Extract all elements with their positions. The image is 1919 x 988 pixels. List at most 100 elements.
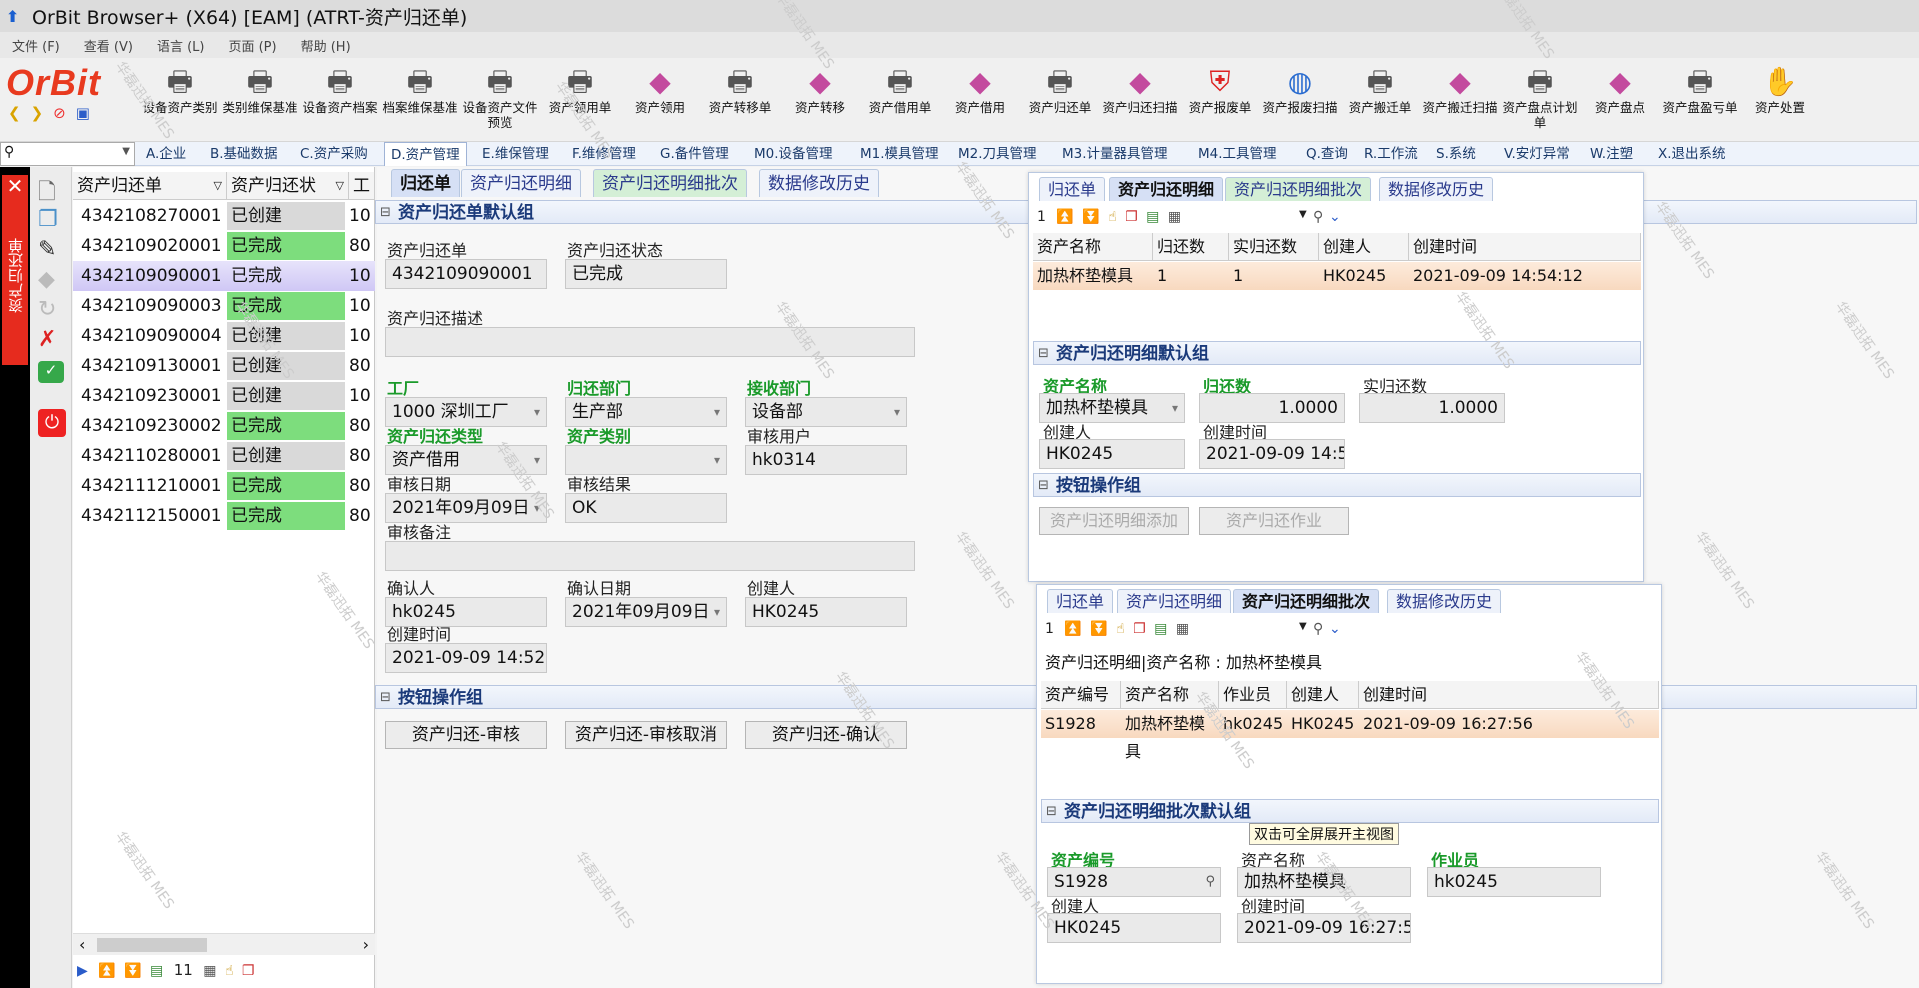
menu-help[interactable]: 帮助 (H) — [301, 36, 351, 55]
toolbar-button[interactable]: 🖶 资产归还单 — [1018, 64, 1102, 140]
module-tab[interactable]: M3.计量器具管理 — [1056, 142, 1174, 166]
toolbar-button[interactable]: ⛨ 资产报废单 — [1178, 64, 1262, 140]
field-creator[interactable]: HK0245 — [745, 597, 907, 627]
col-asset-code[interactable]: 资产编号 — [1041, 681, 1121, 709]
module-tab[interactable]: R.工作流 — [1358, 142, 1424, 166]
audit-cancel-button[interactable]: 资产归还-审核取消 — [565, 721, 727, 749]
col-header-order[interactable]: 资产归还单 ▽ — [73, 172, 227, 200]
tab-return-batch[interactable]: 资产归还明细批次 — [593, 169, 747, 197]
grid-icon[interactable]: ▦ — [1168, 209, 1181, 225]
refresh-icon[interactable]: ↻ — [38, 297, 64, 323]
search-icon[interactable]: ⚲ — [1205, 868, 1215, 896]
toolbar-button[interactable]: ◆ 资产领用 — [618, 64, 702, 140]
last-record-icon[interactable]: ⏬ — [1090, 621, 1107, 637]
menu-language[interactable]: 语言 (L) — [157, 36, 205, 55]
col-created[interactable]: 创建时间 — [1409, 233, 1641, 261]
col-operator[interactable]: 作业员 — [1219, 681, 1287, 709]
field-auditor[interactable]: hk0314 — [745, 445, 907, 475]
table-row[interactable]: S1928 加热杯垫模具 hk0245 HK0245 2021-09-09 16… — [1041, 710, 1659, 761]
field-actual-qty[interactable]: 1.0000 — [1359, 393, 1505, 423]
module-tab[interactable]: F.维修管理 — [566, 142, 642, 166]
module-tab[interactable]: E.维保管理 — [476, 142, 555, 166]
add-detail-button[interactable]: 资产归还明细添加 — [1039, 507, 1189, 535]
toolbar-button[interactable]: 🖶 资产搬迁单 — [1338, 64, 1422, 140]
field-confirm-date[interactable]: 2021年09月09日 — [565, 597, 727, 627]
last-record-icon[interactable]: ⏬ — [124, 963, 141, 979]
col-header-status[interactable]: 资产归还状 ▽ — [227, 172, 349, 200]
toolbar-button[interactable]: 🖶 资产转移单 — [698, 64, 782, 140]
first-record-icon[interactable]: ⏫ — [98, 963, 115, 979]
toolbar-button[interactable]: ◆ 资产归还扫描 — [1098, 64, 1182, 140]
toolbar-button[interactable]: 🖶 设备资产类别 — [138, 64, 222, 140]
hand-icon[interactable]: ☝ — [1116, 621, 1125, 637]
toolbar-button[interactable]: 🖶 资产盘点计划单 — [1498, 64, 1582, 140]
confirm-button[interactable]: 资产归还-确认 — [745, 721, 907, 749]
export-icon[interactable]: ▤ — [150, 963, 163, 979]
grid-icon[interactable]: ▦ — [203, 963, 216, 979]
field-status[interactable]: 已完成 — [565, 259, 727, 289]
module-tab[interactable]: A.企业 — [140, 142, 192, 166]
menu-file[interactable]: 文件 (F) — [12, 36, 60, 55]
list-item[interactable]: 4342110280001 已创建 80 — [73, 441, 375, 471]
export-icon[interactable]: ▤ — [1146, 209, 1159, 225]
module-tab[interactable]: M1.模具管理 — [854, 142, 945, 166]
module-tab[interactable]: Q.查询 — [1300, 142, 1354, 166]
expand-icon[interactable]: ⌄ — [1329, 209, 1341, 225]
list-item[interactable]: 4342111210001 已完成 80 — [73, 471, 375, 501]
scroll-left-icon[interactable]: ‹ — [79, 935, 85, 954]
export-icon[interactable]: ▤ — [1154, 621, 1167, 637]
toolbar-button[interactable]: ◆ 资产转移 — [778, 64, 862, 140]
document-icon[interactable]: 🗋 — [38, 175, 64, 205]
search-icon[interactable]: ⚲ — [1313, 621, 1323, 637]
toolbar-button[interactable]: 🖶 设备资产文件预览 — [458, 64, 542, 140]
tab-return-detail[interactable]: 资产归还明细 — [461, 169, 581, 197]
list-item[interactable]: 4342109090003 已完成 10 — [73, 291, 375, 321]
col-header-factory[interactable]: 工 — [349, 172, 375, 200]
group-detail-buttons[interactable]: 按钮操作组 — [1033, 473, 1641, 498]
check-icon[interactable]: ✓ — [38, 361, 64, 383]
module-tab[interactable]: M4.工具管理 — [1192, 142, 1283, 166]
list-item[interactable]: 4342109090001 已完成 10 — [73, 261, 375, 291]
audit-button[interactable]: 资产归还-审核 — [385, 721, 547, 749]
field-desc[interactable] — [385, 327, 915, 357]
group-batch[interactable]: 资产归还明细批次默认组 — [1041, 799, 1659, 824]
toolbar-button[interactable]: 🖶 资产领用单 — [538, 64, 622, 140]
hand-icon[interactable]: ☝ — [225, 963, 234, 979]
col-actual-qty[interactable]: 实归还数 — [1229, 233, 1319, 261]
toolbar-button[interactable]: ◆ 资产搬迁扫描 — [1418, 64, 1502, 140]
list-item[interactable]: 4342109130001 已创建 80 — [73, 351, 375, 381]
chevron-down-icon[interactable]: ▼ — [1299, 621, 1307, 632]
menu-page[interactable]: 页面 (P) — [228, 36, 276, 55]
field-audit-result[interactable]: OK — [565, 493, 727, 523]
delete-icon[interactable]: ✗ — [38, 327, 64, 353]
module-tab[interactable]: B.基础数据 — [204, 142, 284, 166]
module-tab[interactable]: X.退出系统 — [1652, 142, 1732, 166]
module-tab[interactable]: D.资产管理 — [384, 142, 467, 166]
stop-icon[interactable]: ⊘ — [53, 104, 66, 126]
copy-icon[interactable]: ❐ — [242, 963, 255, 979]
module-tab[interactable]: M2.刀具管理 — [952, 142, 1043, 166]
col-created[interactable]: 创建时间 — [1359, 681, 1659, 709]
col-asset-name[interactable]: 资产名称 — [1121, 681, 1219, 709]
field-created[interactable]: 2021-09-09 14:52:55 — [385, 643, 547, 673]
tab-return-order[interactable]: 归还单 — [391, 169, 460, 197]
toolbar-button[interactable]: 🖶 资产借用单 — [858, 64, 942, 140]
toolbar-button[interactable]: 🖶 资产盘盈亏单 — [1658, 64, 1742, 140]
module-tab[interactable]: M0.设备管理 — [748, 142, 839, 166]
copy-icon[interactable]: ❐ — [38, 207, 64, 233]
field-created[interactable]: 2021-09-09 14:54:12 — [1199, 439, 1345, 469]
chevron-down-icon[interactable]: ▼ — [122, 146, 130, 157]
col-creator[interactable]: 创建人 — [1287, 681, 1359, 709]
grid-icon[interactable]: ▦ — [1176, 621, 1189, 637]
return-operation-button[interactable]: 资产归还作业 — [1199, 507, 1349, 535]
list-item[interactable]: 4342112150001 已完成 80 — [73, 501, 375, 531]
back-icon[interactable]: ❮ — [8, 104, 21, 126]
col-return-qty[interactable]: 归还数 — [1153, 233, 1229, 261]
expand-icon[interactable]: ⌄ — [1329, 621, 1341, 637]
power-icon[interactable]: ⏻ — [38, 409, 66, 437]
user-icon[interactable]: ▣ — [76, 104, 90, 126]
search-icon[interactable]: ⚲ — [1313, 209, 1323, 225]
field-created[interactable]: 2021-09-09 16:27:56 — [1237, 913, 1411, 943]
field-audit-note[interactable] — [385, 541, 915, 571]
toolbar-button[interactable]: 🖶 档案维保基准 — [378, 64, 462, 140]
